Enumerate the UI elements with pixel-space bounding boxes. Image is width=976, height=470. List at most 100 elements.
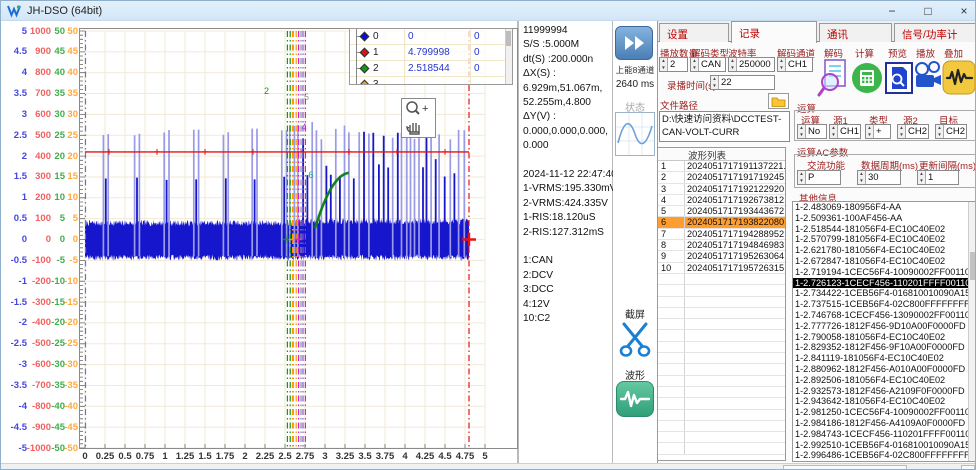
waveform-list-row[interactable] [658, 443, 785, 454]
minimize-button[interactable]: − [885, 4, 899, 18]
waveform-list-row[interactable] [658, 353, 785, 364]
other-info-row[interactable]: 1-2.672847-181056F4-EC10C40E02 [793, 256, 976, 267]
waveform-list-row[interactable]: 72024051717194288952.j [658, 229, 785, 240]
waveform-list-row[interactable] [658, 398, 785, 409]
tab-signal-power[interactable]: 信号/功率计 [894, 23, 976, 42]
other-info-row[interactable]: 1-2.829352-1812F456-9F10A00F0000FD [793, 342, 976, 353]
legend-row[interactable]: 000 [350, 29, 512, 45]
spinner-arrows[interactable]: ▲▼ [936, 125, 944, 138]
spinner-arrows[interactable]: ▲▼ [711, 76, 719, 89]
other-info-row[interactable]: 1-2.892506-181056F4-EC10C40E02 [793, 375, 976, 386]
scissors-icon[interactable] [617, 320, 653, 358]
waveform-list-row[interactable] [658, 285, 785, 296]
waveform-list-row[interactable] [658, 319, 785, 330]
waveform-list-row[interactable]: 82024051717194846983.j [658, 240, 785, 251]
other-info-row[interactable]: 1-2.981250-1CEC56F4-10090002FF001100 [793, 407, 976, 418]
waveform-list-row[interactable] [658, 342, 785, 353]
tab-record[interactable]: 记录 [731, 21, 817, 43]
op-type-spinner[interactable]: ▲▼+ [865, 124, 891, 139]
other-info-row[interactable]: 1-2.790058-181056F4-EC10C40E02 [793, 332, 976, 343]
file-path-value[interactable]: D:\快速访问资料\DCCTEST-CAN-VOLT-CURR [659, 111, 790, 142]
update-interval-spinner[interactable]: ▲▼1 [917, 170, 959, 185]
legend-row[interactable]: 3 [350, 77, 512, 85]
resize-grip[interactable] [961, 465, 975, 470]
decode-type-spinner[interactable]: ▲▼CAN [690, 57, 726, 72]
other-info-row[interactable]: 1-2.726123-1CECF456-110201FFFF001100 [793, 278, 976, 289]
other-info-list[interactable]: 1-2.483069-180956F4-AA1-2.509361-100AF45… [792, 201, 976, 462]
other-info-row[interactable]: 1-2.737515-1CEB56F4-02C800FFFFFFFFFF [793, 299, 976, 310]
waveform-list-row[interactable]: 52024051717193443672.j [658, 206, 785, 217]
maximize-button[interactable]: □ [921, 4, 935, 18]
op-source1-spinner[interactable]: ▲▼CH1 [829, 124, 861, 139]
other-info-row[interactable]: 1-2.570799-181056F4-EC10C40E02 [793, 234, 976, 245]
waveform-list-row[interactable]: 62024051717193822080.j [658, 217, 785, 228]
waveform-list-row[interactable] [658, 387, 785, 398]
waveform-list-row[interactable] [658, 376, 785, 387]
waveform-list-row[interactable] [658, 421, 785, 432]
op-target-spinner[interactable]: ▲▼CH2 [935, 124, 967, 139]
other-info-row[interactable]: 1-2.621780-181056F4-EC10C40E02 [793, 245, 976, 256]
other-info-scrollbar[interactable] [968, 202, 976, 461]
other-info-row[interactable]: 1-2.943642-181056F4-EC10C40E02 [793, 396, 976, 407]
waveform-list-row[interactable] [658, 330, 785, 341]
op-mode-spinner[interactable]: ▲▼No [797, 124, 827, 139]
op-source2-spinner[interactable]: ▲▼CH2 [897, 124, 929, 139]
waveform-export-button[interactable] [616, 381, 654, 417]
baud-rate-spinner[interactable]: ▲▼250000 [728, 57, 775, 72]
legend-row[interactable]: 14.7999980 [350, 45, 512, 61]
other-info-row[interactable]: 1-2.509361-100AF456-AA [793, 213, 976, 224]
oscilloscope-canvas[interactable]: 2456 [79, 28, 518, 449]
other-info-row[interactable]: 1-2.932573-1812F456-A2109F0F0000FD [793, 386, 976, 397]
other-info-row[interactable]: 1-2.996486-1CEB56F4-02C800FFFFFFFFFF [793, 450, 976, 461]
decode-channel-spinner[interactable]: ▲▼CH1 [777, 57, 813, 72]
decode-button[interactable] [817, 58, 850, 98]
spinner-arrows[interactable]: ▲▼ [691, 58, 699, 71]
calc-button[interactable] [851, 58, 883, 98]
spinner-arrows[interactable]: ▲▼ [866, 125, 874, 138]
waveform-list-row[interactable]: 42024051717192673812.j [658, 195, 785, 206]
channel-legend[interactable]: 00014.799998022.51854403 [349, 28, 513, 85]
waveform-list-row[interactable] [658, 410, 785, 421]
spinner-arrows[interactable]: ▲▼ [798, 125, 806, 138]
fast-forward-button[interactable] [615, 26, 653, 60]
other-info-row[interactable]: 1-2.777726-1812F456-9D10A00F0000FD [793, 321, 976, 332]
play-record-button[interactable] [913, 58, 942, 98]
waveform-list-row[interactable] [658, 274, 785, 285]
waveform-list-row[interactable] [658, 364, 785, 375]
waveform-list-row[interactable]: 102024051717195726315.j [658, 263, 785, 274]
waveform-list-row[interactable]: 12024051717191137221.j [658, 161, 785, 172]
tab-settings[interactable]: 设置 [659, 23, 729, 42]
spinner-arrows[interactable]: ▲▼ [778, 58, 786, 71]
other-info-row[interactable]: 1-2.992510-1CEB56F4-016810010090A15A [793, 440, 976, 451]
other-info-row[interactable]: 1-2.746768-1CECF456-13090002FF001100 [793, 310, 976, 321]
preview-button[interactable] [885, 58, 913, 98]
legend-scrollbar[interactable] [505, 29, 512, 84]
other-info-row[interactable]: 1-2.734422-1CEB56F4-016810010090A15A [793, 288, 976, 299]
data-period-spinner[interactable]: ▲▼30 [857, 170, 901, 185]
tab-comm[interactable]: 通讯 [819, 23, 892, 42]
waveform-list-table[interactable]: 波形列表12024051717191137221.j22024051717191… [658, 147, 786, 461]
waveform-list-row[interactable]: 32024051717192122920.j [658, 184, 785, 195]
spinner-arrows[interactable]: ▲▼ [830, 125, 838, 138]
other-info-row[interactable]: 1-2.841119-181056F4-EC10C40E02 [793, 353, 976, 364]
spinner-arrows[interactable]: ▲▼ [798, 171, 806, 184]
other-info-row[interactable]: 1-2.483069-180956F4-AA [793, 202, 976, 213]
spinner-arrows[interactable]: ▲▼ [858, 171, 866, 184]
overlay-button[interactable] [942, 58, 976, 98]
other-info-row[interactable]: 1-2.518544-181056F4-EC10C40E02 [793, 224, 976, 235]
play-count-spinner[interactable]: ▲▼2 [659, 57, 688, 72]
waveform-list-row[interactable] [658, 297, 785, 308]
waveform-list-row[interactable] [658, 432, 785, 443]
other-info-row[interactable]: 1-2.984743-1CECF456-110201FFFF001100 [793, 429, 976, 440]
ac-function-spinner[interactable]: ▲▼P [797, 170, 841, 185]
browse-folder-button[interactable] [768, 93, 789, 109]
waveform-list-row[interactable]: 22024051717191719245.j [658, 172, 785, 183]
close-button[interactable]: × [957, 4, 971, 18]
other-info-row[interactable]: 1-2.719194-1CEC56F4-10090002FF001100 [793, 267, 976, 278]
other-info-row[interactable]: 1-2.984186-1812F456-A4109A0F0000FD [793, 418, 976, 429]
h-scrollbar[interactable] [783, 465, 907, 470]
spinner-arrows[interactable]: ▲▼ [898, 125, 906, 138]
legend-row[interactable]: 22.5185440 [350, 61, 512, 77]
spinner-arrows[interactable]: ▲▼ [729, 58, 737, 71]
spinner-arrows[interactable]: ▲▼ [660, 58, 668, 71]
